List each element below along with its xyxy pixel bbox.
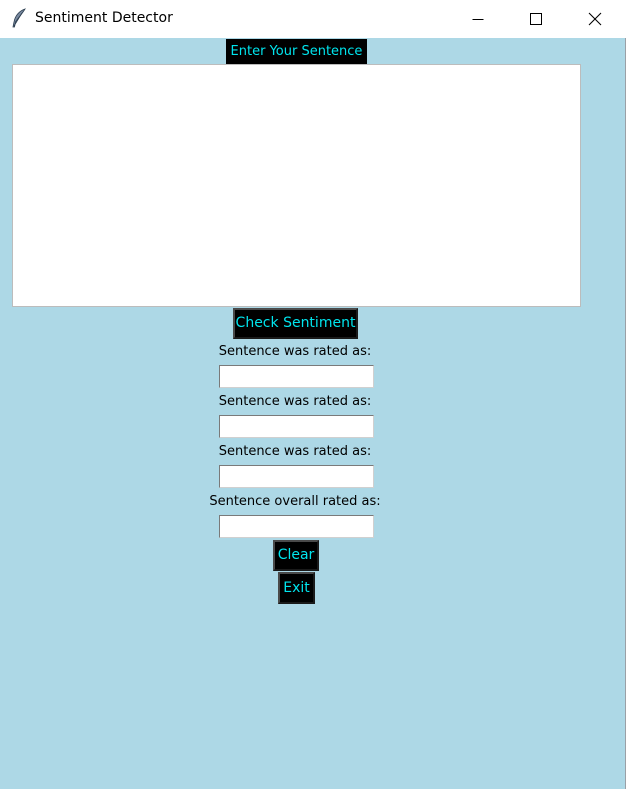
sentence-heading: Enter Your Sentence [226, 39, 367, 64]
result-label-3: Sentence was rated as: [218, 444, 372, 459]
close-button[interactable] [572, 0, 618, 38]
result-field-2[interactable] [219, 415, 374, 438]
result-field-3[interactable] [219, 465, 374, 488]
maximize-icon [530, 13, 542, 25]
exit-button[interactable]: Exit [278, 572, 315, 604]
title-bar: Sentiment Detector [0, 0, 626, 38]
result-label-1: Sentence was rated as: [218, 344, 372, 359]
check-sentiment-button[interactable]: Check Sentiment [233, 308, 358, 339]
minimize-button[interactable] [455, 0, 501, 38]
minimize-icon [472, 19, 484, 20]
close-icon [588, 12, 602, 26]
clear-button[interactable]: Clear [273, 540, 319, 571]
maximize-button[interactable] [513, 0, 559, 38]
feather-icon [10, 8, 28, 28]
overall-result-field[interactable] [219, 515, 374, 538]
sentence-input[interactable] [12, 64, 581, 307]
result-field-1[interactable] [219, 365, 374, 388]
app-window: Sentiment Detector Enter Your Sentence C… [0, 0, 626, 789]
window-title: Sentiment Detector [35, 10, 173, 26]
overall-result-label: Sentence overall rated as: [209, 494, 381, 509]
result-label-2: Sentence was rated as: [218, 394, 372, 409]
